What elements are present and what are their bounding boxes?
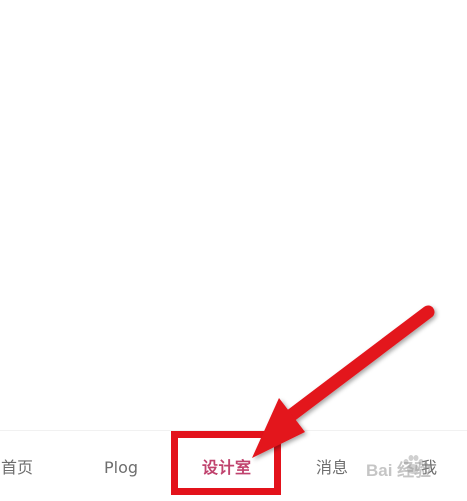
app-screen: 首页 Plog 设计室 消息 我 Bai 经验 [0, 0, 467, 501]
annotation-highlight-box [171, 431, 281, 495]
tab-messages[interactable]: 消息 [316, 457, 348, 479]
tab-plog[interactable]: Plog [104, 457, 138, 479]
blank-content-area [0, 0, 467, 430]
baidu-watermark: Bai 经验 [346, 450, 446, 484]
tab-home[interactable]: 首页 [1, 457, 33, 479]
paw-icon [403, 455, 424, 474]
